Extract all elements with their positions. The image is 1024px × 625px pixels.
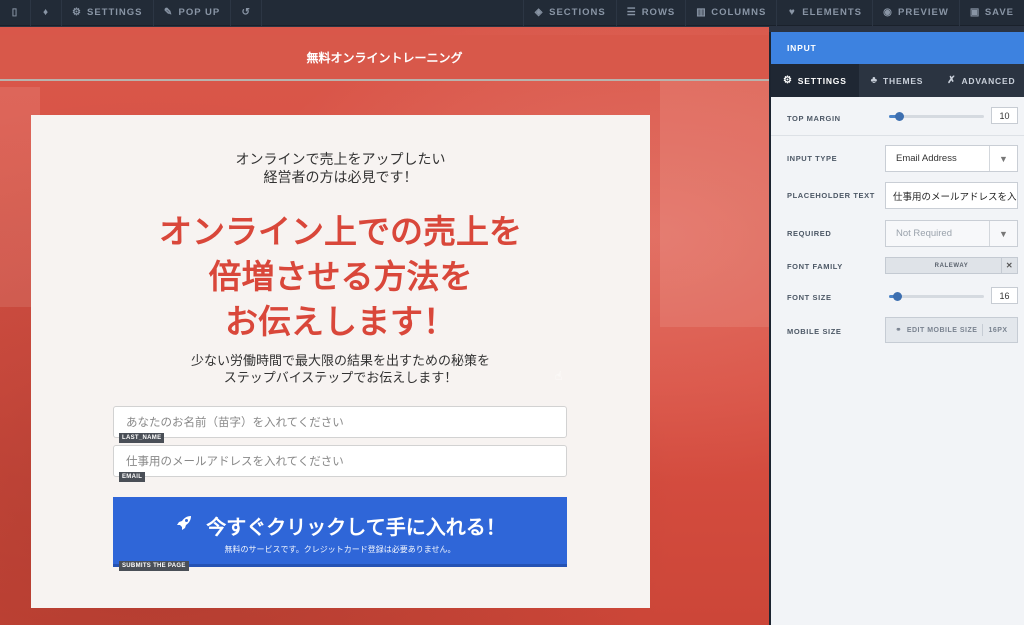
required-value: Not Required <box>896 228 952 239</box>
rows-button[interactable]: ☰ ROWS <box>615 0 686 26</box>
tab-settings-label: SETTINGS <box>797 75 847 86</box>
font-size-value[interactable]: 16 <box>991 287 1018 304</box>
popup-label: POP UP <box>178 7 221 18</box>
input-settings-panel: INPUT ⚙ SETTINGS ♣ THEMES ✗ ADVANCED TOP MA… <box>769 32 1024 625</box>
subheadline-line-1: 少ない労働時間で最大限の結果を出すための秘策を <box>190 354 490 369</box>
settings-button[interactable]: ⚙ SETTINGS <box>62 0 154 26</box>
themes-icon: ♣ <box>870 75 879 86</box>
required-select[interactable]: Not Required ▼ <box>885 220 1018 247</box>
save-label: SAVE <box>984 7 1014 18</box>
settings-label: SETTINGS <box>87 7 143 18</box>
input-type-select[interactable]: Email Address ▼ <box>885 145 1018 172</box>
columns-label: COLUMNS <box>711 7 767 18</box>
top-toolbar: ▯ ♦ ⚙ SETTINGS ✎ POP UP ↺ ◈ SECTIONS ☰ ROWS … <box>0 0 1024 26</box>
flame-icon: ♦ <box>42 6 50 18</box>
rows-label: ROWS <box>641 7 676 18</box>
mobile-size-label: MOBILE SIZE <box>787 327 842 336</box>
elements-icon: ♥ <box>788 6 796 18</box>
top-margin-value[interactable]: 10 <box>991 107 1018 124</box>
elements-label: ELEMENTS <box>802 7 863 18</box>
divider <box>771 135 1024 136</box>
font-family-value: RALEWAY <box>934 262 969 269</box>
name-input[interactable]: あなたのお名前（苗字）を入れてください <box>113 406 567 438</box>
font-size-slider[interactable] <box>889 292 984 301</box>
placeholder-text-label: PLACEHOLDER TEXT <box>787 191 875 200</box>
top-margin-slider-handle[interactable] <box>895 112 904 121</box>
wrench-icon: ✗ <box>947 75 957 86</box>
font-size-label: FONT SIZE <box>787 293 832 302</box>
preview-button[interactable]: ◉ PREVIEW <box>872 0 959 26</box>
sections-button[interactable]: ◈ SECTIONS <box>523 0 616 26</box>
tab-settings[interactable]: ⚙ SETTINGS <box>771 64 859 97</box>
close-icon[interactable]: ✕ <box>1001 258 1017 273</box>
eye-icon: ◉ <box>883 6 893 18</box>
input-type-label: INPUT TYPE <box>787 154 838 163</box>
background-photo-shape <box>660 77 769 327</box>
panel-title: INPUT <box>771 32 1024 64</box>
sections-label: SECTIONS <box>549 7 606 18</box>
panel-tabs: ⚙ SETTINGS ♣ THEMES ✗ ADVANCED <box>771 64 1024 97</box>
save-button[interactable]: ▣ SAVE <box>958 0 1024 26</box>
chevron-down-icon: ▼ <box>989 146 1017 171</box>
tab-advanced-label: ADVANCED <box>961 75 1016 86</box>
mobile-icon: ▯ <box>11 6 19 18</box>
intro-line-1: オンラインで売上をアップしたい <box>235 152 446 168</box>
name-input-placeholder: あなたのお名前（苗字）を入れてください <box>126 415 344 429</box>
intro-text[interactable]: オンラインで売上をアップしたい 経営者の方は必見です！ <box>31 151 650 187</box>
cta-label: 今すぐクリックして手に入れる！ <box>206 515 506 539</box>
elements-button[interactable]: ♥ ELEMENTS <box>776 0 872 26</box>
intro-line-2: 経営者の方は必見です！ <box>263 170 418 186</box>
columns-button[interactable]: ▥ COLUMNS <box>685 0 776 26</box>
divider <box>982 324 984 336</box>
link-icon: ⚭ <box>895 327 902 334</box>
input-type-value: Email Address <box>896 153 957 164</box>
page-header-title: 無料オンライントレーニング <box>306 50 463 65</box>
gear-icon: ⚙ <box>783 75 793 86</box>
tab-themes[interactable]: ♣ THEMES <box>859 64 936 97</box>
font-family-picker[interactable]: RALEWAY ✕ <box>885 257 1018 274</box>
email-input[interactable]: 仕事用のメールアドレスを入れてください <box>113 445 567 477</box>
columns-icon: ▥ <box>696 6 707 18</box>
optin-card[interactable]: オンラインで売上をアップしたい 経営者の方は必見です！ オンライン上での売上を … <box>31 115 650 608</box>
tab-themes-label: THEMES <box>883 75 924 86</box>
hand-cursor-icon: ☝ <box>555 369 563 383</box>
font-size-slider-handle[interactable] <box>893 292 902 301</box>
preview-label: PREVIEW <box>898 7 949 18</box>
email-input-placeholder: 仕事用のメールアドレスを入れてください <box>126 454 344 468</box>
chevron-down-icon: ▼ <box>989 221 1017 246</box>
undo-icon: ↺ <box>241 6 251 18</box>
headline-line-2: 倍増させる方法を <box>208 257 473 296</box>
headline-line-3: お伝えします！ <box>225 302 456 341</box>
mobile-view-button[interactable]: ▯ <box>0 0 31 26</box>
cta-button[interactable]: 今すぐクリックして手に入れる！ 無料のサービスです。クレジットカード登録は必要あ… <box>113 497 567 567</box>
rocket-icon <box>174 513 194 538</box>
top-margin-label: TOP MARGIN <box>787 114 841 123</box>
gear-icon: ⚙ <box>72 6 82 18</box>
top-margin-slider[interactable] <box>889 112 984 121</box>
headline[interactable]: オンライン上での売上を 倍増させる方法を お伝えします！ <box>31 209 650 344</box>
flame-button[interactable]: ♦ <box>31 0 62 26</box>
cta-subtext: 無料のサービスです。クレジットカード登録は必要ありません。 <box>224 545 456 554</box>
cta-submit-tag: SUBMITS THE PAGE <box>119 561 189 571</box>
font-family-label: FONT FAMILY <box>787 262 843 271</box>
edit-mobile-size-button[interactable]: ⚭ EDIT MOBILE SIZE 16PX <box>885 317 1018 343</box>
required-label: REQUIRED <box>787 229 832 238</box>
editor-canvas: 無料オンライントレーニング オンラインで売上をアップしたい 経営者の方は必見です… <box>0 27 769 625</box>
mobile-size-value: 16PX <box>988 326 1008 334</box>
rows-icon: ☰ <box>626 6 637 18</box>
name-field-tag: LAST_NAME <box>119 433 165 443</box>
edit-mobile-size-label: EDIT MOBILE SIZE <box>906 326 978 334</box>
undo-button[interactable]: ↺ <box>231 0 263 26</box>
save-icon: ▣ <box>969 6 981 18</box>
tab-advanced[interactable]: ✗ ADVANCED <box>935 64 1024 97</box>
sections-icon: ◈ <box>534 6 544 18</box>
placeholder-text-input[interactable]: 仕事用のメールアドレスを入 <box>885 182 1018 209</box>
email-field-tag: EMAIL <box>119 472 146 482</box>
popup-button[interactable]: ✎ POP UP <box>154 0 232 26</box>
headline-line-1: オンライン上での売上を <box>159 212 522 251</box>
page-header-bar[interactable]: 無料オンライントレーニング <box>0 35 769 81</box>
edit-icon: ✎ <box>163 6 174 18</box>
